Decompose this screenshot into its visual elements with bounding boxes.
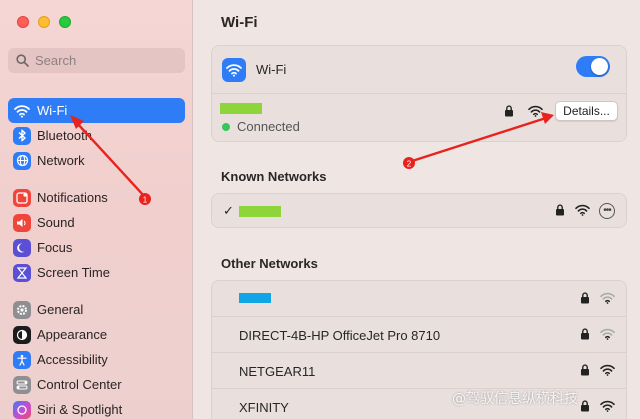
wifi-signal-icon (528, 105, 543, 117)
wifi-toggle-row: Wi-Fi (212, 46, 626, 94)
lock-icon (505, 105, 513, 117)
wifi-signal-weak-icon (600, 328, 615, 340)
details-button[interactable]: Details... (555, 101, 618, 121)
wifi-signal-weak-icon (600, 292, 615, 304)
lock-icon (581, 292, 589, 304)
sidebar-item-label: Focus (37, 240, 73, 255)
sidebar-item-label: Wi-Fi (37, 103, 68, 118)
watermark-text: @驾驭信息纵横科技 (452, 391, 578, 407)
wifi-icon (13, 102, 31, 120)
known-networks-heading: Known Networks (221, 169, 327, 184)
connection-status: Connected (222, 119, 300, 134)
sidebar-item-focus[interactable]: Focus (8, 235, 185, 260)
sidebar-item-label: Bluetooth (37, 128, 92, 143)
sidebar-item-general[interactable]: General (8, 297, 185, 322)
other-network-row[interactable]: NETGEAR11 (212, 353, 626, 389)
sidebar-group-system: General Appearance Accessibility Control… (8, 297, 185, 419)
moon-icon (13, 238, 31, 257)
other-network-row[interactable] (212, 281, 626, 317)
sidebar-item-label: Accessibility (37, 352, 108, 367)
other-network-row[interactable]: DIRECT-4B-HP OfficeJet Pro 8710 (212, 317, 626, 353)
sidebar-item-network[interactable]: Network (8, 148, 185, 173)
network-name: XFINITY (239, 400, 289, 415)
globe-icon (13, 151, 31, 170)
known-network-row[interactable]: ✓ ••• (212, 194, 626, 229)
sidebar-item-siri-spotlight[interactable]: Siri & Spotlight (8, 397, 185, 419)
connection-status-text: Connected (237, 119, 300, 134)
wifi-icon (222, 57, 246, 82)
wifi-signal-icon (600, 400, 615, 412)
speaker-icon (13, 213, 31, 232)
hourglass-icon (13, 263, 31, 282)
search-input[interactable] (35, 53, 175, 68)
wifi-signal-icon (575, 204, 590, 216)
bell-icon (13, 188, 31, 207)
appearance-icon (13, 325, 31, 344)
sidebar-item-sound[interactable]: Sound (8, 210, 185, 235)
sidebar-item-label: Screen Time (37, 265, 110, 280)
accessibility-icon (13, 350, 31, 369)
gear-icon (13, 300, 31, 319)
control-center-icon (13, 375, 31, 394)
sidebar-item-bluetooth[interactable]: Bluetooth (8, 123, 185, 148)
sidebar-item-screen-time[interactable]: Screen Time (8, 260, 185, 285)
sidebar-item-wifi[interactable]: Wi-Fi (8, 98, 185, 123)
known-networks-panel: ✓ ••• (211, 193, 627, 228)
page-title: Wi-Fi (221, 14, 258, 31)
sidebar-item-control-center[interactable]: Control Center (8, 372, 185, 397)
wifi-panel: Wi-Fi Connected Details... (211, 45, 627, 142)
network-name: NETGEAR11 (239, 364, 316, 379)
siri-icon (13, 400, 31, 419)
network-name: DIRECT-4B-HP OfficeJet Pro 8710 (239, 328, 441, 343)
sidebar-item-label: Control Center (37, 377, 122, 392)
close-window-button[interactable] (17, 16, 29, 28)
minimize-window-button[interactable] (38, 16, 50, 28)
sidebar-item-label: Network (37, 153, 85, 168)
sidebar-item-label: Sound (37, 215, 75, 230)
checkmark-icon: ✓ (223, 203, 234, 218)
wifi-toggle-label: Wi-Fi (256, 62, 287, 77)
sidebar-item-label: General (37, 302, 84, 317)
main-content: Wi-Fi Wi-Fi Connected Details... Known N… (194, 0, 640, 419)
other-networks-heading: Other Networks (221, 256, 318, 271)
lock-icon (581, 400, 589, 412)
window-controls (17, 16, 71, 28)
zoom-window-button[interactable] (59, 16, 71, 28)
connected-dot-icon (222, 122, 230, 131)
sidebar-item-accessibility[interactable]: Accessibility (8, 347, 185, 372)
lock-icon (581, 364, 589, 376)
current-network-name-redacted (220, 103, 262, 114)
lock-icon (581, 328, 589, 340)
search-icon (16, 54, 29, 67)
bluetooth-icon (13, 126, 31, 145)
network-name-redacted (239, 293, 271, 303)
sidebar-item-label: Appearance (37, 327, 108, 342)
wifi-toggle[interactable] (576, 56, 610, 77)
wifi-signal-icon (600, 364, 615, 376)
lock-icon (556, 204, 564, 216)
sidebar-group-attention: Notifications Sound Focus Screen Time (8, 185, 185, 285)
sidebar-item-notifications[interactable]: Notifications (8, 185, 185, 210)
sidebar-item-label: Notifications (37, 190, 108, 205)
more-options-icon[interactable]: ••• (599, 203, 615, 219)
sidebar-item-appearance[interactable]: Appearance (8, 322, 185, 347)
known-network-name-redacted (239, 206, 281, 217)
sidebar-item-label: Siri & Spotlight (37, 402, 123, 417)
search-field[interactable] (8, 48, 185, 73)
sidebar: Wi-Fi Bluetooth Network Notifications (0, 0, 193, 419)
sidebar-group-network: Wi-Fi Bluetooth Network (8, 98, 185, 173)
